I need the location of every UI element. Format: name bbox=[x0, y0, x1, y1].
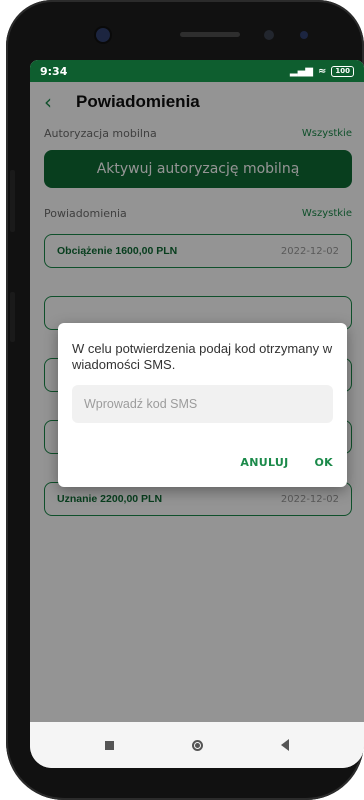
dialog-message: W celu potwierdzenia podaj kod otrzymany… bbox=[72, 341, 333, 372]
volume-button bbox=[10, 170, 15, 232]
android-nav-bar bbox=[30, 722, 364, 768]
wifi-icon: ≈ bbox=[317, 65, 327, 77]
power-button bbox=[10, 292, 15, 342]
recent-apps-icon[interactable] bbox=[105, 740, 114, 750]
home-icon[interactable] bbox=[192, 739, 203, 751]
cancel-button[interactable]: ANULUJ bbox=[240, 456, 288, 469]
status-time: 9:34 bbox=[40, 64, 68, 78]
ok-button[interactable]: OK bbox=[315, 456, 333, 469]
front-camera-icon bbox=[96, 28, 110, 42]
sms-code-dialog: W celu potwierdzenia podaj kod otrzymany… bbox=[58, 323, 347, 487]
sms-code-input[interactable] bbox=[72, 385, 333, 423]
sensor-icon bbox=[300, 31, 308, 39]
phone-frame: 9:34 ▂▄▆ ≈ 100 ‹ Powiadomienia Autoryzac… bbox=[6, 0, 364, 800]
sensor-icon bbox=[264, 30, 274, 40]
screen: 9:34 ▂▄▆ ≈ 100 ‹ Powiadomienia Autoryzac… bbox=[30, 60, 364, 768]
battery-icon: 100 bbox=[331, 65, 354, 77]
status-bar: 9:34 ▂▄▆ ≈ 100 bbox=[30, 60, 364, 82]
signal-icon: ▂▄▆ bbox=[289, 65, 313, 77]
back-triangle-icon[interactable] bbox=[281, 739, 289, 751]
speaker-grille bbox=[180, 32, 240, 37]
